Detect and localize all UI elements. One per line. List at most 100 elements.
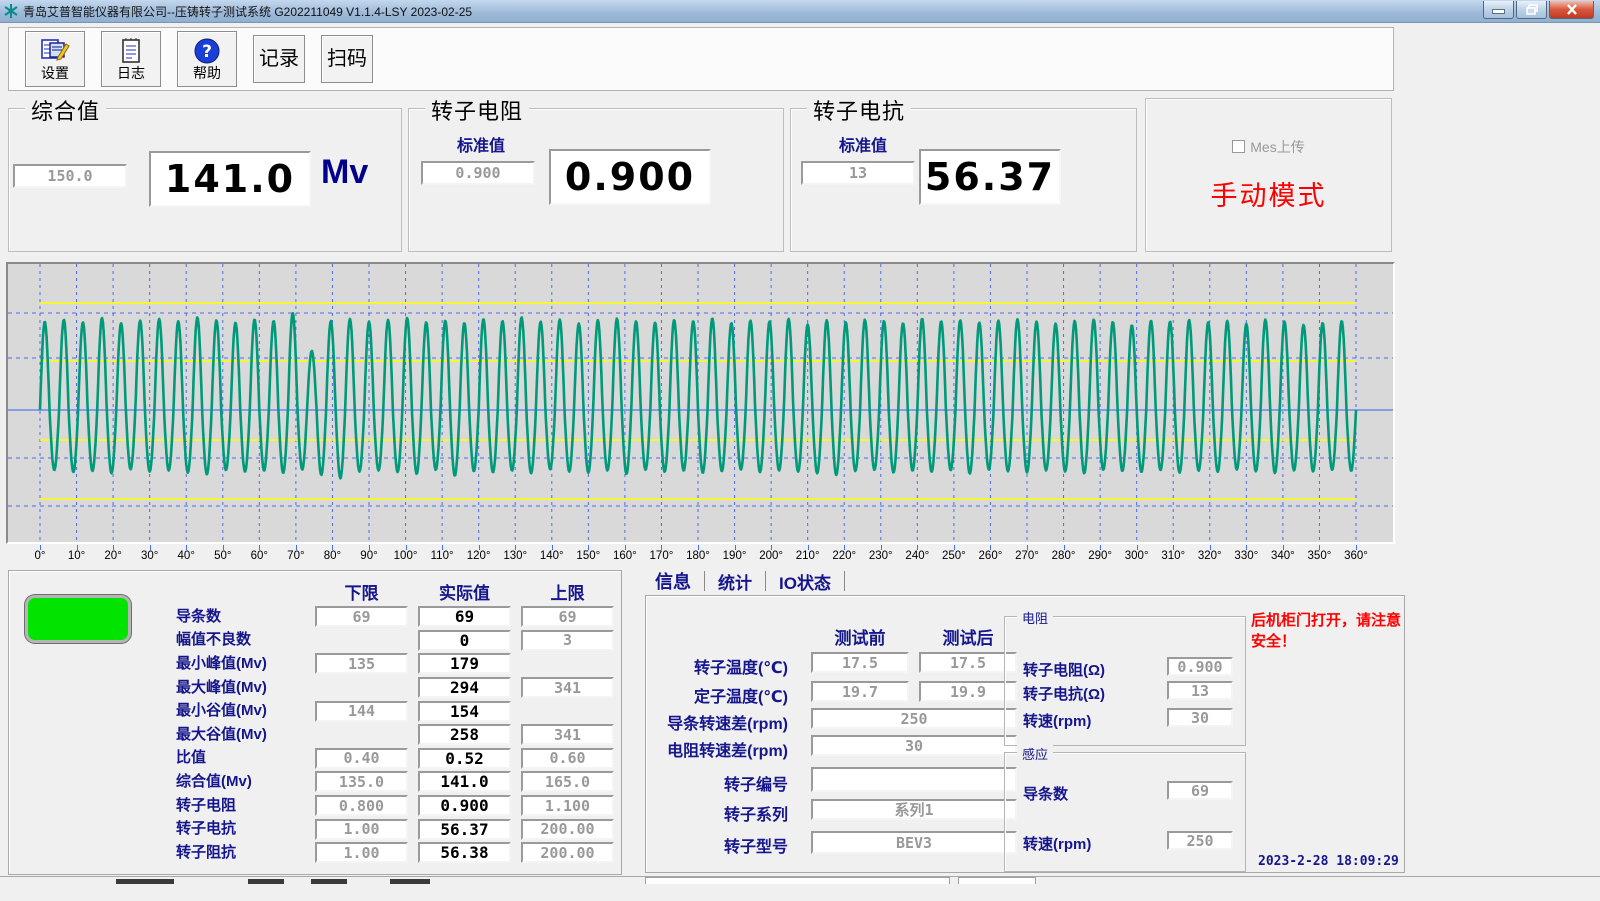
help-icon: ? (193, 37, 221, 65)
checkbox-icon (1232, 140, 1245, 153)
result-row-label: 比值 (9, 750, 305, 766)
result-upper-field: 341 (521, 724, 614, 745)
result-actual-field: 56.37 (418, 819, 511, 840)
result-row-label: 转子电抗 (9, 821, 305, 837)
x-axis-label: 280° (1052, 550, 1076, 562)
timestamp: 2023-2-28 18:09:29 (1258, 854, 1399, 869)
svg-text:?: ? (202, 42, 212, 62)
result-actual-field: 258 (418, 724, 511, 745)
rg-rotor-resistance-label: 转子电阻(Ω) (1023, 659, 1105, 680)
induction-group-title: 感应 (1017, 744, 1053, 763)
x-axis-label: 110° (431, 550, 454, 562)
x-axis-label: 360° (1344, 550, 1368, 562)
result-row-label: 最大峰值(Mv) (9, 680, 305, 696)
reactance-value-display: 56.37 (919, 149, 1061, 205)
resistance-value-display: 0.900 (549, 149, 711, 205)
induction-group: 感应 导条数 69 转速(rpm) 250 (1004, 752, 1246, 872)
result-upper-field: 200.00 (521, 819, 614, 840)
mes-upload-label: Mes上传 (1250, 139, 1304, 155)
composite-standard-value: 150.0 (47, 167, 92, 185)
minimize-button[interactable] (1483, 1, 1514, 19)
stator-temp-before-field: 19.7 (811, 681, 909, 702)
tab-info[interactable]: 信息 (642, 568, 704, 594)
result-lower-field: 135 (315, 653, 408, 674)
help-label: 帮助 (193, 65, 221, 81)
header-actual: 实际值 (418, 579, 511, 604)
toolbar: 设置 日志 ? 帮助 记录 扫码 (8, 27, 1394, 91)
x-axis-label: 40° (178, 550, 195, 562)
reactance-standard-value: 13 (849, 164, 867, 182)
tab-statistics[interactable]: 统计 (705, 569, 765, 594)
result-lower-field: 144 (315, 701, 408, 722)
result-upper-field: 200.00 (521, 842, 614, 863)
resistance-group: 电阻 转子电阻(Ω) 0.900 转子电抗(Ω) 13 转速(rpm) 30 (1004, 616, 1246, 746)
rotor-model-label: 转子型号 (646, 833, 788, 857)
scan-button[interactable]: 扫码 (321, 35, 373, 83)
result-actual-field: 56.38 (418, 842, 511, 863)
title-bar: 青岛艾普智能仪器有限公司--压铸转子测试系统 G202211049 V1.1.4… (0, 0, 1600, 23)
result-actual-field: 0 (418, 630, 511, 651)
result-row-label: 最大谷值(Mv) (9, 727, 305, 743)
record-button[interactable]: 记录 (253, 35, 305, 83)
after-test-header: 测试后 (919, 624, 1017, 649)
waveform-svg (8, 264, 1393, 542)
log-button[interactable]: 日志 (101, 31, 161, 87)
header-lower-limit: 下限 (315, 579, 408, 604)
result-actual-field: 141.0 (418, 771, 511, 792)
table-row: 最大峰值(Mv)294341 (9, 676, 621, 700)
bar-speed-diff-field: 250 (811, 708, 1017, 729)
rotor-reactance-panel: 转子电抗 标准值 13 56.37 (790, 108, 1137, 252)
result-row-label: 幅值不良数 (9, 632, 305, 648)
restore-button[interactable] (1516, 1, 1547, 19)
resistance-speed-diff-label: 电阻转速差(rpm) (646, 737, 788, 761)
x-axis-label: 350° (1308, 550, 1332, 562)
resistance-group-title: 电阻 (1017, 608, 1053, 627)
result-lower-field: 135.0 (315, 771, 408, 792)
before-test-header: 测试前 (811, 624, 909, 649)
x-axis-label: 290° (1088, 550, 1112, 562)
rotor-resistance-panel: 转子电阻 标准值 0.900 0.900 (408, 108, 784, 252)
table-row: 转子阻抗1.0056.38200.00 (9, 841, 621, 865)
mes-upload-checkbox[interactable]: Mes上传 (1146, 137, 1391, 157)
result-lower-field: 69 (315, 606, 408, 627)
x-axis-label: 230° (869, 550, 893, 562)
waveform-chart (6, 262, 1395, 544)
x-axis-label: 250° (942, 550, 966, 562)
help-button[interactable]: ? 帮助 (177, 31, 237, 87)
ig-bar-count-label: 导条数 (1023, 783, 1068, 804)
rotor-series-label: 转子系列 (646, 801, 788, 825)
x-axis-label: 300° (1125, 550, 1149, 562)
rotor-number-input[interactable] (811, 767, 1017, 792)
reactance-panel-title: 转子电抗 (807, 94, 911, 126)
rg-rotor-reactance-label: 转子电抗(Ω) (1023, 683, 1105, 704)
x-axis-label: 60° (251, 550, 268, 562)
tab-io-status[interactable]: IO状态 (766, 569, 844, 594)
close-button[interactable] (1549, 1, 1594, 19)
x-axis-label: 140° (540, 550, 564, 562)
rotor-temp-before-field: 17.5 (811, 652, 909, 673)
rotor-number-label: 转子编号 (646, 771, 788, 795)
results-panel: 下限 实际值 上限 导条数696969幅值不良数03最小峰值(Mv)135179… (8, 570, 622, 875)
x-axis-label: 270° (1015, 550, 1039, 562)
log-icon (118, 37, 144, 65)
x-axis-label: 130° (503, 550, 527, 562)
composite-value-display: 141.0 (149, 151, 311, 207)
settings-button[interactable]: 设置 (25, 31, 85, 87)
reactance-standard-field: 13 (801, 161, 915, 185)
stator-temp-after-field: 19.9 (919, 681, 1017, 702)
scan-label: 扫码 (327, 51, 367, 67)
table-row: 最小峰值(Mv)135179 (9, 652, 621, 676)
restore-icon (1526, 4, 1538, 15)
stator-temp-label: 定子温度(℃) (646, 683, 788, 707)
mode-text: 手动模式 (1146, 174, 1391, 213)
x-axis-label: 0° (35, 550, 46, 562)
table-row: 转子电阻0.8000.9001.100 (9, 794, 621, 818)
x-axis-label: 210° (796, 550, 820, 562)
x-axis: 0°10°20°30°40°50°60°70°80°90°100°110°120… (0, 545, 1400, 565)
tab-strip: 信息 统计 IO状态 (642, 568, 845, 594)
settings-icon (40, 37, 70, 65)
result-actual-field: 154 (418, 701, 511, 722)
result-row-label: 最小谷值(Mv) (9, 703, 305, 719)
rg-rotor-resistance-field: 0.900 (1167, 657, 1233, 676)
result-upper-field: 69 (521, 606, 614, 627)
